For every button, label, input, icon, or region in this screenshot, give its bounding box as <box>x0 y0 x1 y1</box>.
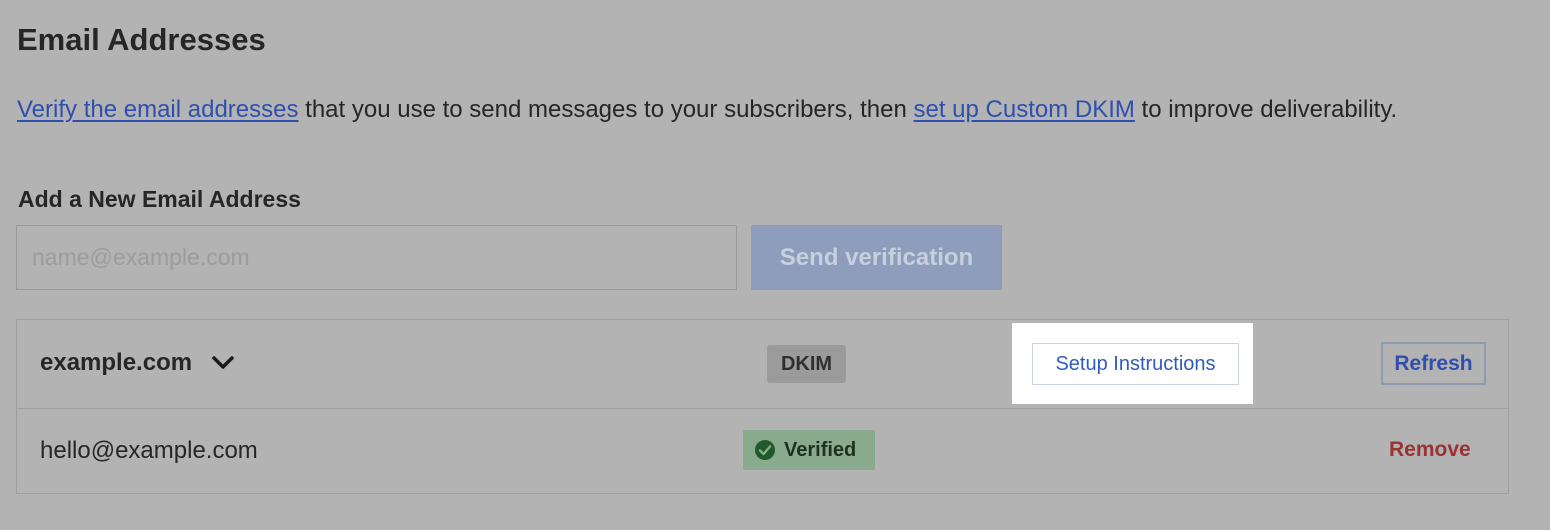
chevron-down-icon[interactable] <box>211 354 235 372</box>
setup-dkim-link[interactable]: set up Custom DKIM <box>913 96 1134 123</box>
send-verification-button[interactable]: Send verification <box>751 225 1002 290</box>
email-row: hello@example.com Verified Remove <box>17 409 1508 494</box>
verify-emails-link[interactable]: Verify the email addresses <box>17 96 298 123</box>
intro-text: Verify the email addresses that you use … <box>17 91 1437 129</box>
verified-label: Verified <box>784 438 857 461</box>
domain-name: example.com <box>40 349 193 376</box>
refresh-button[interactable]: Refresh <box>1381 342 1486 385</box>
page-title: Email Addresses <box>17 22 266 57</box>
check-circle-icon <box>755 440 775 460</box>
add-email-heading: Add a New Email Address <box>18 186 301 212</box>
dkim-badge: DKIM <box>767 345 846 383</box>
email-input[interactable] <box>16 225 737 290</box>
intro-text-part-2: to improve deliverability. <box>1134 96 1398 123</box>
domain-card: example.com DKIM Setup Instructions Refr… <box>16 319 1509 494</box>
remove-button[interactable]: Remove <box>1389 438 1471 462</box>
verified-badge: Verified <box>743 430 875 470</box>
setup-instructions-button[interactable]: Setup Instructions <box>1032 343 1239 385</box>
intro-text-part-1: that you use to send messages to your su… <box>298 96 914 123</box>
domain-header: example.com DKIM Setup Instructions Refr… <box>17 320 1508 409</box>
email-address: hello@example.com <box>40 437 258 464</box>
